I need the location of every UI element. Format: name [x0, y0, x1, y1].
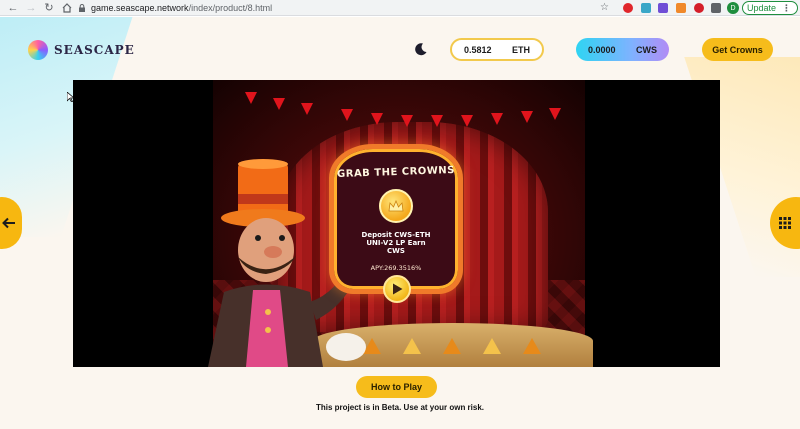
bunting-flag: [431, 115, 443, 127]
menu-dots-icon[interactable]: ⋮: [782, 3, 791, 14]
grid-icon: [779, 217, 791, 229]
bunting-flags: [233, 88, 563, 128]
extension-record-icon[interactable]: [694, 3, 704, 13]
logo-text: SEASCAPE: [54, 43, 135, 57]
url-path: /index/product/8.html: [188, 3, 273, 13]
bunting-flag: [245, 92, 257, 104]
back-arrow-icon[interactable]: ←: [4, 0, 22, 16]
eth-unit: ETH: [512, 44, 530, 55]
get-crowns-button[interactable]: Get Crowns: [702, 38, 773, 61]
sign-description: Deposit CWS-ETH UNI-V2 LP Earn CWS: [334, 231, 458, 255]
how-to-play-button[interactable]: How to Play: [356, 376, 437, 398]
mouse-cursor-icon: [67, 92, 75, 102]
extension-swap-icon[interactable]: [641, 3, 651, 13]
sign-line-3: CWS: [387, 247, 405, 255]
extension-metamask-icon[interactable]: [676, 3, 686, 13]
moon-icon[interactable]: [414, 42, 428, 56]
stage-bunting-triangle: [403, 338, 421, 354]
page: SEASCAPE 0.5812 ETH 0.0000 CWS Get Crown…: [0, 17, 800, 429]
crown-coin: [379, 189, 413, 223]
bunting-flag: [401, 115, 413, 127]
update-button[interactable]: Update ⋮: [742, 1, 799, 15]
url-host: game.seascape.network: [91, 3, 189, 13]
stage-bunting-triangle: [523, 338, 541, 354]
cws-balance-value: 0.0000: [588, 44, 616, 55]
cws-balance-pill: 0.0000 CWS: [576, 38, 669, 61]
stage-bunting-triangle: [483, 338, 501, 354]
cws-unit: CWS: [636, 44, 657, 55]
left-arrow-icon: [2, 217, 15, 229]
stage-bunting-triangle: [443, 338, 461, 354]
extension-purple-icon[interactable]: [658, 3, 668, 13]
bunting-flag: [301, 103, 313, 115]
game-stage[interactable]: GRAB THE CROWNS Deposit CWS-ETH UNI-V2 L…: [73, 80, 720, 367]
update-label: Update: [747, 3, 777, 13]
play-button[interactable]: [383, 275, 411, 303]
logo-mark-icon: [28, 40, 48, 60]
bunting-flag: [521, 111, 533, 123]
logo[interactable]: SEASCAPE: [28, 40, 135, 60]
play-icon: [392, 283, 402, 295]
forward-arrow-icon[interactable]: →: [22, 0, 40, 16]
sign-title: GRAB THE CROWNS: [336, 164, 456, 181]
eth-balance-pill: 0.5812 ETH: [450, 38, 544, 61]
extensions-puzzle-icon[interactable]: [711, 3, 721, 13]
address-bar[interactable]: game.seascape.network/index/product/8.ht…: [78, 0, 618, 16]
bunting-flag: [461, 115, 473, 127]
star-icon[interactable]: ☆: [600, 2, 609, 13]
bunting-flag: [491, 113, 503, 125]
browser-toolbar: ← → ↻ game.seascape.network/index/produc…: [0, 0, 800, 16]
eth-balance-value: 0.5812: [464, 44, 492, 55]
beta-notice: This project is in Beta. Use at your own…: [315, 403, 485, 412]
apy-value: APY:269.3516%: [370, 264, 422, 272]
bunting-flag: [371, 113, 383, 125]
grab-the-crowns-sign: GRAB THE CROWNS Deposit CWS-ETH UNI-V2 L…: [329, 144, 463, 294]
lock-icon: [79, 4, 85, 12]
sign-line-1: Deposit CWS-ETH: [361, 231, 431, 239]
profile-avatar[interactable]: D: [727, 2, 739, 14]
bunting-flag: [549, 108, 561, 120]
extension-opera-icon[interactable]: [623, 3, 633, 13]
sign-line-2: UNI-V2 LP Earn: [366, 239, 426, 247]
crown-icon: [388, 200, 404, 212]
bunting-flag: [273, 98, 285, 110]
bunting-flag: [341, 109, 353, 121]
home-icon[interactable]: [58, 0, 76, 16]
reload-icon[interactable]: ↻: [40, 0, 58, 16]
